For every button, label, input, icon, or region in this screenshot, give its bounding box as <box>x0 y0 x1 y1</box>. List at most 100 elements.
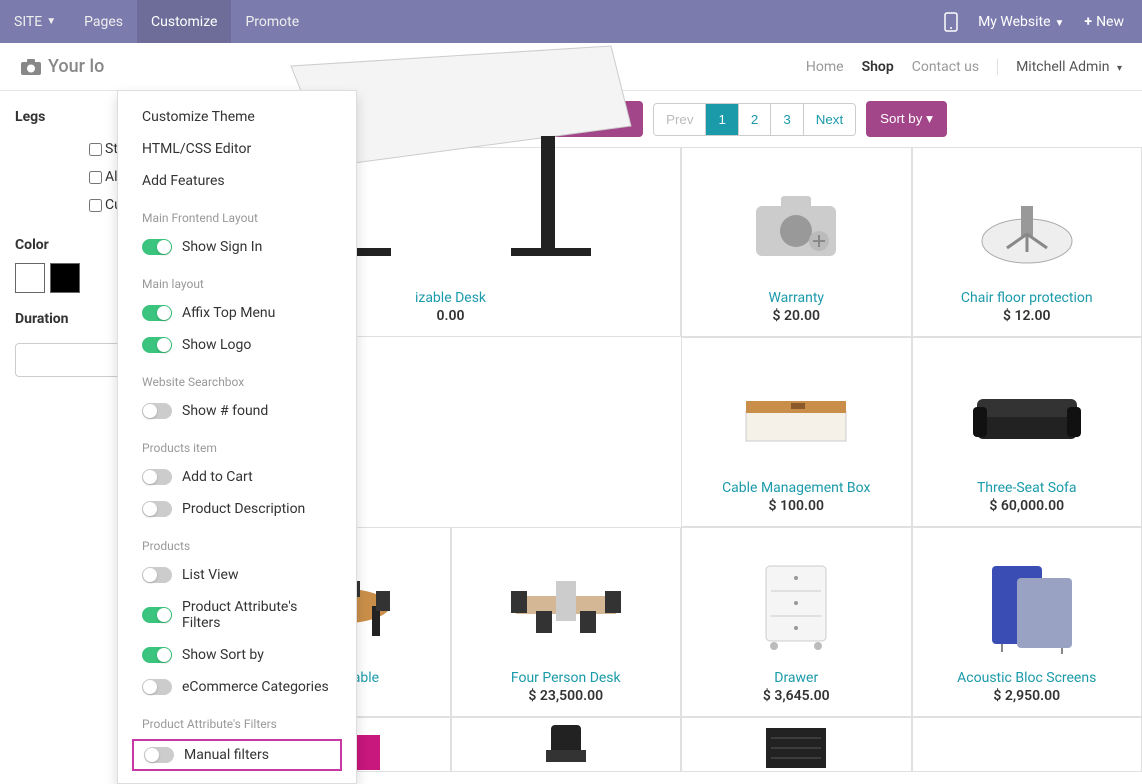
product-image <box>682 546 911 666</box>
pagination: Prev123Next <box>653 103 856 136</box>
product-price: $ 23,500.00 <box>518 688 613 716</box>
dropdown-toggle-row[interactable]: Show Sign In <box>118 231 356 263</box>
product-price: 0.00 <box>427 308 475 336</box>
product-price: $ 12.00 <box>993 308 1060 336</box>
product-card[interactable]: Cable Management Box$ 100.00 <box>681 337 912 527</box>
dropdown-toggle-row[interactable]: Show # found <box>118 395 356 427</box>
product-card[interactable] <box>451 717 682 772</box>
dropdown-toggle-row[interactable]: Show Sort by <box>118 639 356 671</box>
color-swatch-black[interactable] <box>50 263 80 293</box>
product-image <box>682 166 911 286</box>
product-price: $ 2,950.00 <box>983 688 1070 716</box>
product-price: $ 60,000.00 <box>979 498 1074 526</box>
product-card[interactable]: Four Person Desk$ 23,500.00 <box>451 527 682 717</box>
new-button[interactable]: +New <box>1084 14 1124 30</box>
dropdown-item[interactable]: Add Features <box>118 165 356 197</box>
toggle-switch[interactable] <box>142 567 172 583</box>
dropdown-toggle-row[interactable]: Add to Cart <box>118 461 356 493</box>
product-name[interactable]: Acoustic Bloc Screens <box>947 666 1106 688</box>
customize-menu[interactable]: Customize <box>137 0 231 43</box>
nav-home[interactable]: Home <box>806 59 844 75</box>
dropdown-section-title: Product Attribute's Filters <box>118 703 356 737</box>
product-name[interactable]: Four Person Desk <box>501 666 631 688</box>
product-image <box>452 546 681 666</box>
toggle-switch[interactable] <box>142 469 172 485</box>
toggle-switch[interactable] <box>142 607 172 623</box>
product-image <box>682 356 911 476</box>
toggle-label: Show Sort by <box>182 647 264 663</box>
dropdown-toggle-row[interactable]: List View <box>118 559 356 591</box>
legs-checkbox-1[interactable] <box>89 171 102 184</box>
caret-down-icon: ▾ <box>926 111 933 126</box>
dropdown-toggle-row[interactable]: Manual filters <box>132 739 342 771</box>
site-logo: Your lo <box>20 56 104 77</box>
camera-icon <box>20 58 42 76</box>
product-name[interactable]: izable Desk <box>405 286 496 308</box>
mobile-preview-icon[interactable] <box>944 12 958 32</box>
product-name[interactable]: Chair floor protection <box>951 286 1103 308</box>
toggle-switch[interactable] <box>142 239 172 255</box>
dropdown-toggle-row[interactable]: Product Description <box>118 493 356 525</box>
toggle-switch[interactable] <box>142 403 172 419</box>
product-image <box>452 718 681 771</box>
product-name[interactable]: Three-Seat Sofa <box>967 476 1087 498</box>
dropdown-section-title: Main Frontend Layout <box>118 197 356 231</box>
dropdown-item[interactable]: Customize Theme <box>118 101 356 133</box>
product-price: $ 3,645.00 <box>753 688 840 716</box>
toggle-switch[interactable] <box>142 337 172 353</box>
dropdown-toggle-row[interactable]: Product Attribute's Filters <box>118 591 356 639</box>
toggle-switch[interactable] <box>144 747 174 763</box>
toggle-label: Show # found <box>182 403 268 419</box>
dropdown-toggle-row[interactable]: Show Logo <box>118 329 356 361</box>
toggle-switch[interactable] <box>142 305 172 321</box>
product-name[interactable]: Cable Management Box <box>712 476 880 498</box>
legs-checkbox-2[interactable] <box>89 199 102 212</box>
customize-dropdown-panel: Customize ThemeHTML/CSS EditorAdd Featur… <box>117 90 357 784</box>
toggle-label: eCommerce Categories <box>182 679 329 695</box>
site-menu[interactable]: SITE▼ <box>0 0 70 43</box>
my-website-dropdown[interactable]: My Website▼ <box>978 14 1064 30</box>
user-menu[interactable]: Mitchell Admin ▾ <box>997 59 1122 75</box>
product-image <box>913 718 1142 771</box>
dropdown-section-title: Products <box>118 525 356 559</box>
toggle-switch[interactable] <box>142 679 172 695</box>
product-card[interactable] <box>912 717 1142 772</box>
page-2[interactable]: 2 <box>739 104 771 135</box>
product-card[interactable] <box>681 717 912 772</box>
product-card[interactable]: Three-Seat Sofa$ 60,000.00 <box>912 337 1142 527</box>
toggle-label: Add to Cart <box>182 469 253 485</box>
dropdown-section-title: Website Searchbox <box>118 361 356 395</box>
nav-contact[interactable]: Contact us <box>912 59 979 75</box>
toggle-switch[interactable] <box>142 501 172 517</box>
product-image <box>913 356 1142 476</box>
color-swatch-white[interactable] <box>15 263 45 293</box>
sort-dropdown[interactable]: Sort by ▾ <box>866 101 947 137</box>
pages-menu[interactable]: Pages <box>70 0 137 43</box>
dropdown-toggle-row[interactable]: eCommerce Categories <box>118 671 356 703</box>
legs-checkbox-0[interactable] <box>89 143 102 156</box>
product-price: $ 100.00 <box>759 498 834 526</box>
page-next[interactable]: Next <box>804 104 855 135</box>
product-image <box>913 546 1142 666</box>
page-1[interactable]: 1 <box>706 104 738 135</box>
toggle-label: List View <box>182 567 239 583</box>
toggle-label: Show Logo <box>182 337 251 353</box>
toggle-label: Manual filters <box>184 747 269 763</box>
product-price: $ 20.00 <box>763 308 830 336</box>
product-name[interactable]: Drawer <box>764 666 828 688</box>
product-image <box>913 166 1142 286</box>
dropdown-toggle-row[interactable]: Affix Top Menu <box>118 297 356 329</box>
product-name[interactable]: Warranty <box>758 286 834 308</box>
caret-down-icon: ▼ <box>1055 18 1065 29</box>
product-card[interactable]: Drawer$ 3,645.00 <box>681 527 912 717</box>
product-image <box>682 718 911 771</box>
toggle-switch[interactable] <box>142 647 172 663</box>
product-card[interactable]: Warranty$ 20.00 <box>681 147 912 337</box>
product-card[interactable]: Acoustic Bloc Screens$ 2,950.00 <box>912 527 1142 717</box>
caret-down-icon: ▼ <box>46 16 56 27</box>
page-3[interactable]: 3 <box>771 104 803 135</box>
dropdown-section-title: Main layout <box>118 263 356 297</box>
dropdown-item[interactable]: HTML/CSS Editor <box>118 133 356 165</box>
product-card[interactable]: Chair floor protection$ 12.00 <box>912 147 1142 337</box>
nav-shop[interactable]: Shop <box>862 59 894 75</box>
